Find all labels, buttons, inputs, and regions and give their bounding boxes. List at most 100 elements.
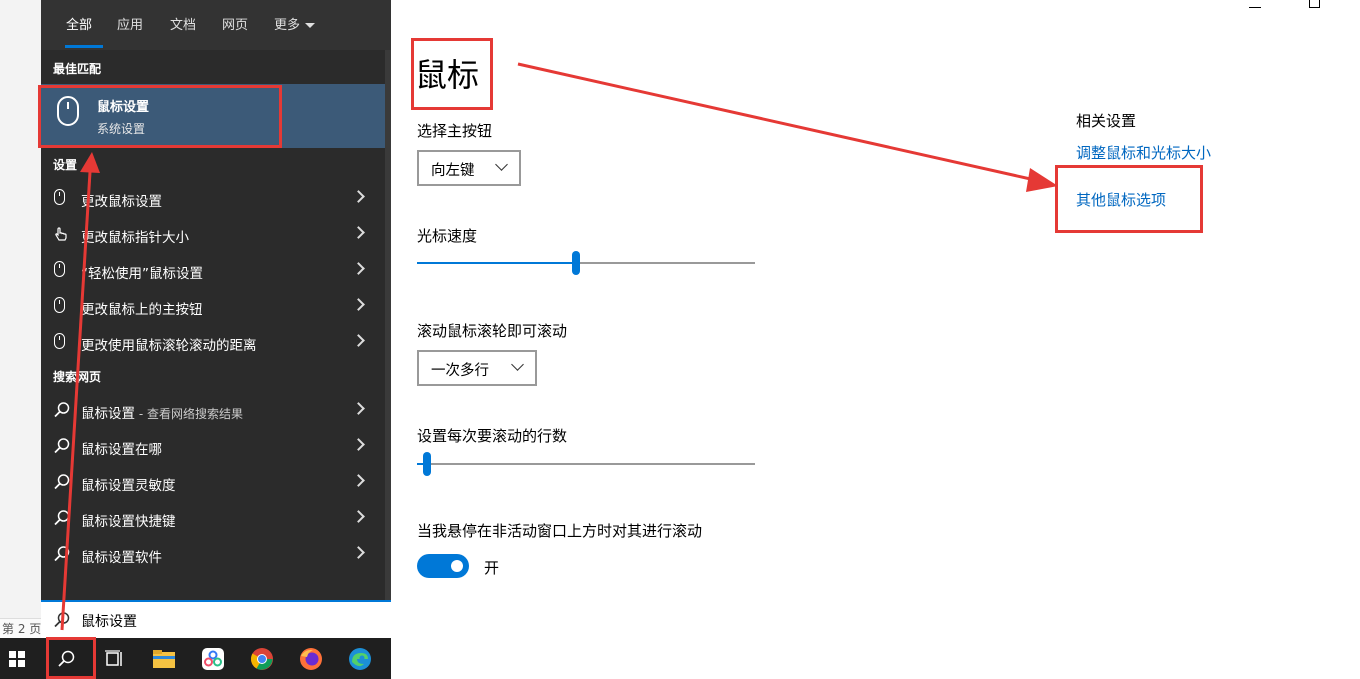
folder-icon (153, 650, 175, 668)
best-match-result[interactable]: 鼠标设置 系统设置 (41, 84, 385, 148)
tab-more[interactable]: 更多 (274, 14, 316, 33)
taskbar-search-box[interactable] (41, 600, 391, 638)
edge-button[interactable] (336, 638, 384, 679)
app-icon (202, 648, 224, 670)
search-icon (54, 438, 70, 454)
pointer-hand-icon (55, 227, 67, 241)
search-icon (54, 402, 70, 418)
mouse-icon (54, 261, 65, 277)
slider-thumb[interactable] (571, 251, 580, 275)
list-item[interactable]: “轻松使用”鼠标设置 (41, 252, 385, 288)
adjust-mouse-cursor-size-link[interactable]: 调整鼠标和光标大小 (1076, 142, 1211, 163)
slider-track (417, 463, 755, 465)
search-input[interactable] (81, 610, 361, 632)
mouse-icon (54, 333, 65, 349)
chrome-button[interactable] (238, 638, 286, 679)
file-explorer-button[interactable] (140, 638, 188, 679)
chevron-down-icon (495, 158, 508, 171)
firefox-icon (300, 648, 322, 670)
toggle-knob (451, 560, 463, 572)
primary-button-dropdown[interactable]: 向左键 (417, 150, 521, 186)
mouse-icon (54, 189, 65, 205)
page-title: 鼠标 (415, 56, 480, 94)
tab-apps[interactable]: 应用 (117, 14, 143, 33)
mouse-icon (57, 96, 79, 126)
list-item[interactable]: 更改使用鼠标滚轮滚动的距离 (41, 324, 385, 360)
chevron-right-icon (352, 510, 365, 523)
best-match-header: 最佳匹配 (53, 62, 102, 76)
taskbar (0, 638, 391, 679)
list-item[interactable]: 鼠标设置快捷键 (41, 500, 385, 536)
edge-icon (349, 648, 371, 670)
best-match-subtitle: 系统设置 (97, 122, 146, 136)
inactive-scroll-label: 当我悬停在非活动窗口上方时对其进行滚动 (417, 522, 703, 540)
list-item-label: 鼠标设置快捷键 (81, 514, 176, 530)
primary-button-label: 选择主按钮 (417, 122, 493, 140)
toggle-state-label: 开 (484, 559, 500, 577)
tab-more-label: 更多 (274, 18, 301, 33)
list-item[interactable]: 更改鼠标设置 (41, 180, 385, 216)
search-icon (58, 650, 75, 667)
task-view-button[interactable] (90, 638, 138, 679)
chevron-right-icon (352, 474, 365, 487)
list-item-label: 鼠标设置软件 (81, 550, 162, 566)
chevron-down-icon (511, 358, 524, 371)
app-button[interactable] (189, 638, 237, 679)
list-item[interactable]: 更改鼠标上的主按钮 (41, 288, 385, 324)
best-match-title: 鼠标设置 (97, 100, 150, 115)
chevron-right-icon (352, 298, 365, 311)
chevron-right-icon (352, 262, 365, 275)
active-tab-indicator (65, 45, 103, 48)
minimize-button[interactable] (1249, 0, 1261, 8)
chevron-down-icon (305, 23, 316, 28)
search-icon (54, 546, 70, 562)
list-item-label: 更改使用鼠标滚轮滚动的距离 (81, 338, 257, 354)
tab-web[interactable]: 网页 (222, 14, 248, 33)
list-item[interactable]: 更改鼠标指针大小 (41, 216, 385, 252)
list-item-label: 鼠标设置在哪 (81, 442, 162, 458)
cursor-speed-slider[interactable] (417, 251, 755, 275)
mouse-icon (54, 297, 65, 313)
list-item-label: 更改鼠标指针大小 (81, 230, 189, 246)
web-result-sub: - 查看网络搜索结果 (135, 407, 243, 421)
inactive-scroll-toggle[interactable] (417, 554, 469, 578)
taskbar-search-button[interactable] (42, 638, 90, 679)
list-item-label: 鼠标设置灵敏度 (81, 478, 176, 494)
chevron-right-icon (352, 402, 365, 415)
chevron-right-icon (352, 190, 365, 203)
maximize-button[interactable] (1309, 0, 1320, 8)
list-item[interactable]: 鼠标设置软件 (41, 536, 385, 572)
search-scope-tabs: 全部 应用 文档 网页 更多 (41, 0, 391, 50)
slider-fill (417, 262, 576, 264)
list-item-label: 鼠标设置 - 查看网络搜索结果 (81, 402, 243, 422)
tab-documents[interactable]: 文档 (170, 14, 196, 33)
related-settings-header: 相关设置 (1076, 112, 1137, 130)
list-item[interactable]: 鼠标设置 - 查看网络搜索结果 (41, 392, 385, 428)
scroll-mode-dropdown[interactable]: 一次多行 (417, 350, 537, 386)
start-button[interactable] (0, 638, 48, 679)
scroll-mode-label: 滚动鼠标滚轮即可滚动 (417, 322, 568, 340)
cursor-speed-label: 光标速度 (417, 227, 478, 245)
background-window-edge (0, 0, 41, 638)
chevron-right-icon (352, 546, 365, 559)
task-view-icon (105, 650, 122, 666)
windows-logo-icon (9, 651, 25, 667)
list-item[interactable]: 鼠标设置灵敏度 (41, 464, 385, 500)
list-item-label: “轻松使用”鼠标设置 (81, 266, 203, 282)
chrome-icon (251, 648, 273, 670)
scroll-lines-slider[interactable] (417, 452, 755, 476)
chevron-right-icon (352, 226, 365, 239)
list-item-label: 更改鼠标上的主按钮 (81, 302, 203, 318)
start-search-panel: 全部 应用 文档 网页 更多 最佳匹配 鼠标设置 系统设置 设置 更改鼠标设置 … (41, 0, 391, 600)
page-indicator: 第 2 页 (0, 618, 41, 638)
search-icon (54, 474, 70, 490)
slider-thumb[interactable] (423, 452, 432, 476)
search-icon (54, 510, 70, 526)
additional-mouse-options-link[interactable]: 其他鼠标选项 (1076, 189, 1166, 210)
firefox-button[interactable] (287, 638, 335, 679)
list-item[interactable]: 鼠标设置在哪 (41, 428, 385, 464)
tab-all[interactable]: 全部 (66, 14, 92, 33)
chevron-right-icon (352, 438, 365, 451)
web-section-header: 搜索网页 (53, 370, 102, 384)
scroll-mode-value: 一次多行 (431, 363, 489, 379)
